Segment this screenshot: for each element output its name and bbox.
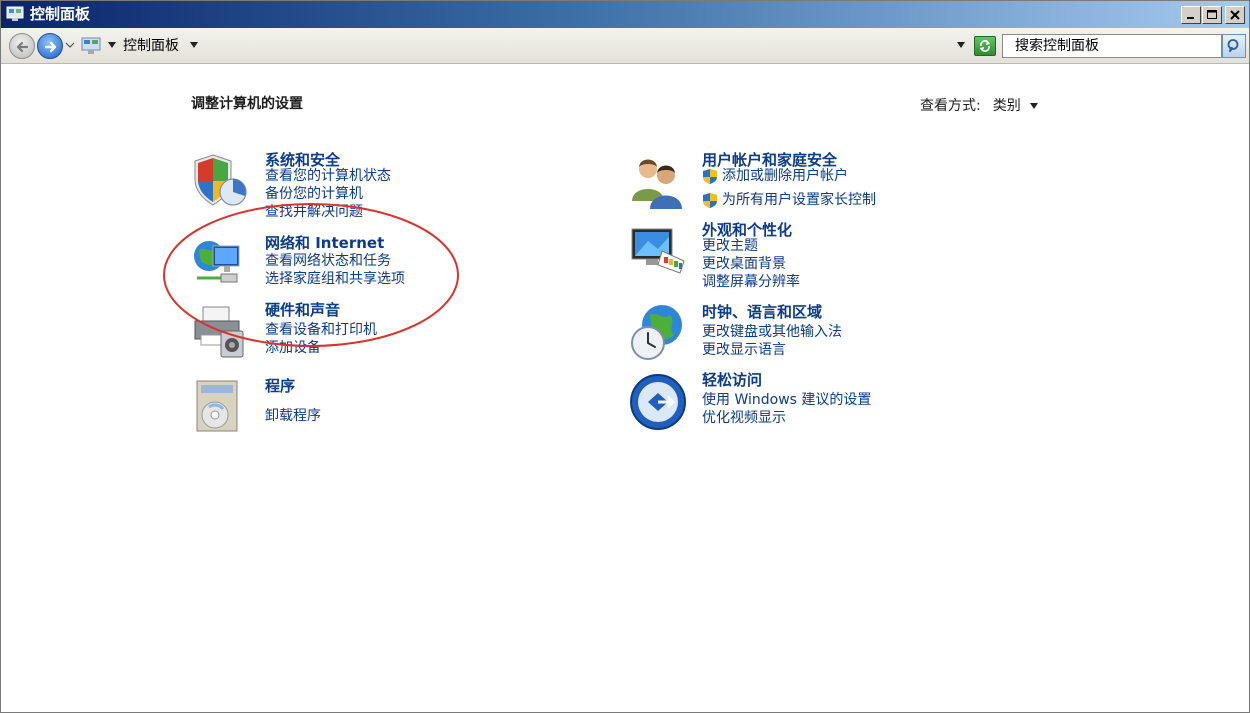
category-link[interactable]: 更改显示语言 (702, 341, 786, 359)
category-link[interactable]: 更改主题 (702, 237, 758, 255)
category-link-text: 添加或删除用户帐户 (722, 168, 848, 184)
address-toolbar: 控制面板 (1, 28, 1249, 64)
control-panel-icon (81, 37, 101, 54)
arrow-left-icon (16, 41, 29, 53)
back-button[interactable] (9, 33, 35, 59)
address-history-chevron-icon[interactable] (956, 41, 966, 49)
category-title[interactable]: 程序 (265, 377, 295, 395)
close-icon (1230, 10, 1240, 20)
category-link[interactable]: 卸载程序 (265, 407, 321, 425)
recent-pages-chevron-icon[interactable] (65, 41, 75, 49)
minimize-button[interactable] (1181, 6, 1201, 24)
search-button[interactable] (1222, 34, 1246, 58)
uac-shield-icon (703, 169, 717, 184)
control-panel-window: 控制面板 控制面板 搜索控制面板 调整计算机的设置 查看方式: 类别 系统和安全… (0, 0, 1250, 713)
category-appearance: 外观和个性化 更改主题 更改桌面背景 调整屏幕分辨率 (628, 221, 968, 291)
category-link[interactable]: 调整屏幕分辨率 (702, 273, 800, 291)
breadcrumb-chevron-icon[interactable] (189, 41, 199, 49)
category-link[interactable]: 更改键盘或其他输入法 (702, 323, 842, 341)
view-by-label: 查看方式: (920, 98, 981, 114)
search-box[interactable] (1002, 34, 1222, 58)
uac-shield-icon (703, 193, 717, 208)
maximize-button[interactable] (1202, 6, 1222, 24)
search-icon (1227, 39, 1239, 53)
users-icon (632, 159, 682, 209)
title-bar[interactable]: 控制面板 (1, 1, 1249, 28)
refresh-button[interactable] (974, 36, 996, 56)
view-by-chevron-icon[interactable] (1029, 102, 1039, 110)
breadcrumb-chevron-icon[interactable] (107, 41, 117, 49)
category-title[interactable]: 轻松访问 (702, 371, 762, 389)
globe-clock-icon (631, 305, 682, 360)
window-title: 控制面板 (30, 5, 91, 23)
control-panel-icon (6, 6, 24, 21)
ease-of-access-icon (630, 374, 686, 430)
category-clock-language: 时钟、语言和区域 更改键盘或其他输入法 更改显示语言 (628, 303, 968, 363)
arrow-right-icon (44, 41, 57, 53)
close-button[interactable] (1225, 6, 1245, 24)
breadcrumb-control-panel[interactable]: 控制面板 (123, 37, 179, 55)
minimize-icon (1187, 17, 1194, 19)
content-area: 调整计算机的设置 查看方式: 类别 系统和安全 查看您的计算机状态 备份您的计算机… (1, 65, 1249, 712)
annotation-ellipse (163, 203, 459, 347)
refresh-icon (980, 40, 990, 52)
category-link[interactable]: 添加或删除用户帐户 (702, 167, 848, 185)
forward-button[interactable] (37, 33, 63, 59)
monitor-palette-icon (631, 228, 685, 274)
category-link[interactable]: 优化视频显示 (702, 409, 786, 427)
maximize-icon (1207, 10, 1217, 19)
category-programs: 程序 卸载程序 (191, 377, 521, 437)
category-title[interactable]: 时钟、语言和区域 (702, 303, 822, 321)
category-link[interactable]: 更改桌面背景 (702, 255, 786, 273)
search-input[interactable] (1003, 35, 1221, 57)
category-link-text: 为所有用户设置家长控制 (722, 192, 876, 208)
category-user-accounts: 用户帐户和家庭安全 添加或删除用户帐户 为所有用户设置家长控制 (628, 151, 968, 211)
view-by-value[interactable]: 类别 (993, 98, 1021, 114)
programs-disc-icon (196, 380, 238, 432)
category-ease-of-access: 轻松访问 使用 Windows 建议的设置 优化视频显示 (628, 371, 968, 431)
category-link[interactable]: 查看您的计算机状态 (265, 167, 391, 185)
view-by-control[interactable]: 查看方式: 类别 (920, 95, 1039, 115)
page-title: 调整计算机的设置 (191, 96, 303, 112)
category-link[interactable]: 使用 Windows 建议的设置 (702, 391, 871, 409)
category-link[interactable]: 为所有用户设置家长控制 (702, 191, 876, 209)
